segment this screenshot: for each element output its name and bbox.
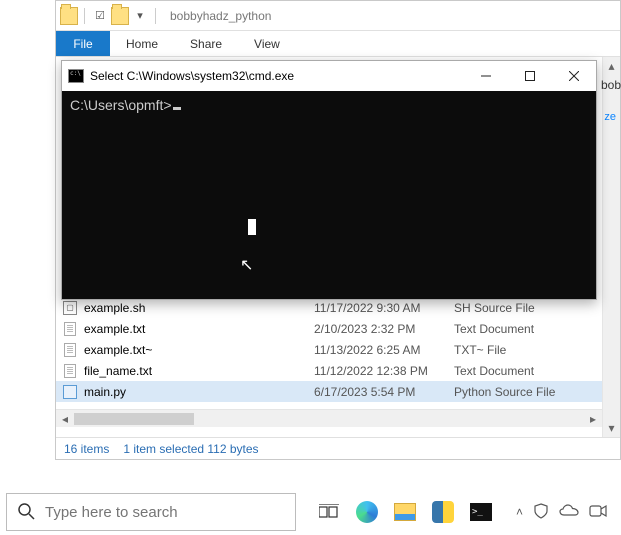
security-icon[interactable] xyxy=(533,503,549,522)
table-row[interactable]: file_name.txt11/12/2022 12:38 PMText Doc… xyxy=(56,360,602,381)
file-name: file_name.txt xyxy=(84,364,314,378)
folder-icon xyxy=(60,7,78,25)
ribbon-tabs: File Home Share View xyxy=(56,31,620,57)
file-name: example.txt~ xyxy=(84,343,314,357)
window-buttons xyxy=(464,61,596,91)
mouse-cursor-icon: ↖ xyxy=(240,255,253,275)
edge-icon[interactable] xyxy=(354,499,380,525)
scroll-up-icon[interactable]: ▴ xyxy=(603,57,620,75)
chevron-up-icon[interactable]: ˄ xyxy=(516,505,523,519)
scroll-thumb[interactable] xyxy=(74,413,194,425)
cmd-window: Select C:\Windows\system32\cmd.exe C:\Us… xyxy=(61,60,597,300)
table-row[interactable]: ▢ example.sh11/17/2022 9:30 AMSH Source F… xyxy=(56,297,602,318)
selection-info: 1 item selected 112 bytes xyxy=(123,442,258,456)
taskbar-apps: >_ ˄ xyxy=(316,499,607,525)
chevron-down-icon[interactable]: ▾ xyxy=(131,7,149,25)
system-tray[interactable]: ˄ xyxy=(516,503,607,522)
cmd-icon xyxy=(68,69,84,83)
quick-access-toolbar: ☑ ▾ xyxy=(60,7,160,25)
file-explorer-icon[interactable] xyxy=(392,499,418,525)
tab-share[interactable]: Share xyxy=(174,31,238,56)
scroll-left-icon[interactable]: ◂ xyxy=(56,412,74,426)
explorer-titlebar[interactable]: ☑ ▾ bobbyhadz_python xyxy=(56,1,620,31)
file-date: 11/13/2022 6:25 AM xyxy=(314,343,454,357)
file-date: 11/12/2022 12:38 PM xyxy=(314,364,454,378)
maximize-button[interactable] xyxy=(508,61,552,91)
table-row[interactable]: main.py6/17/2023 5:54 PMPython Source Fi… xyxy=(56,381,602,402)
status-bar: 16 items 1 item selected 112 bytes xyxy=(56,437,620,459)
close-button[interactable] xyxy=(552,61,596,91)
selection-marker xyxy=(248,219,256,235)
file-name: main.py xyxy=(84,385,314,399)
minimize-button[interactable] xyxy=(464,61,508,91)
scroll-right-icon[interactable]: ▸ xyxy=(584,412,602,426)
file-type: Text Document xyxy=(454,322,602,336)
file-date: 2/10/2023 2:32 PM xyxy=(314,322,454,336)
window-title: bobbyhadz_python xyxy=(170,9,271,23)
text-cursor xyxy=(173,107,181,110)
onedrive-icon[interactable] xyxy=(559,504,579,521)
file-date: 11/17/2022 9:30 AM xyxy=(314,301,454,315)
file-type: Python Source File xyxy=(454,385,602,399)
file-type: Text Document xyxy=(454,364,602,378)
search-icon xyxy=(17,502,35,523)
sh-file-icon: ▢ xyxy=(62,300,78,316)
terminal-icon[interactable]: >_ xyxy=(468,499,494,525)
text-file-icon xyxy=(62,342,78,358)
item-count: 16 items xyxy=(64,442,109,456)
text-file-icon xyxy=(62,321,78,337)
table-row[interactable]: example.txt2/10/2023 2:32 PMText Documen… xyxy=(56,318,602,339)
text-file-icon xyxy=(62,363,78,379)
separator xyxy=(84,8,85,24)
separator xyxy=(155,8,156,24)
cmd-titlebar[interactable]: Select C:\Windows\system32\cmd.exe xyxy=(62,61,596,91)
cmd-prompt: C:\Users\opmft> xyxy=(70,97,172,113)
task-view-icon[interactable] xyxy=(316,499,342,525)
clipped-text: bob xyxy=(601,78,621,92)
horizontal-scrollbar[interactable]: ◂ ▸ xyxy=(56,409,602,427)
tab-file[interactable]: File xyxy=(56,31,110,56)
cmd-title: Select C:\Windows\system32\cmd.exe xyxy=(90,69,464,83)
checkbox-icon[interactable]: ☑ xyxy=(91,7,109,25)
folder-icon xyxy=(111,7,129,25)
python-icon[interactable] xyxy=(430,499,456,525)
file-list[interactable]: ▢ example.sh11/17/2022 9:30 AMSH Source F… xyxy=(56,297,602,409)
python-file-icon xyxy=(62,384,78,400)
meet-now-icon[interactable] xyxy=(589,504,607,521)
file-name: example.sh xyxy=(84,301,314,315)
file-type: TXT~ File xyxy=(454,343,602,357)
tab-home[interactable]: Home xyxy=(110,31,174,56)
file-type: SH Source File xyxy=(454,301,602,315)
file-name: example.txt xyxy=(84,322,314,336)
scroll-track[interactable] xyxy=(74,412,584,426)
scroll-down-icon[interactable]: ▾ xyxy=(603,419,620,437)
cmd-terminal[interactable]: C:\Users\opmft> ↖ xyxy=(62,91,596,299)
table-row[interactable]: example.txt~11/13/2022 6:25 AMTXT~ File xyxy=(56,339,602,360)
file-date: 6/17/2023 5:54 PM xyxy=(314,385,454,399)
search-input[interactable] xyxy=(45,504,285,521)
taskbar-search[interactable] xyxy=(6,493,296,531)
tab-view[interactable]: View xyxy=(238,31,296,56)
taskbar: >_ ˄ xyxy=(6,492,621,532)
clipped-text: ze xyxy=(604,111,616,123)
